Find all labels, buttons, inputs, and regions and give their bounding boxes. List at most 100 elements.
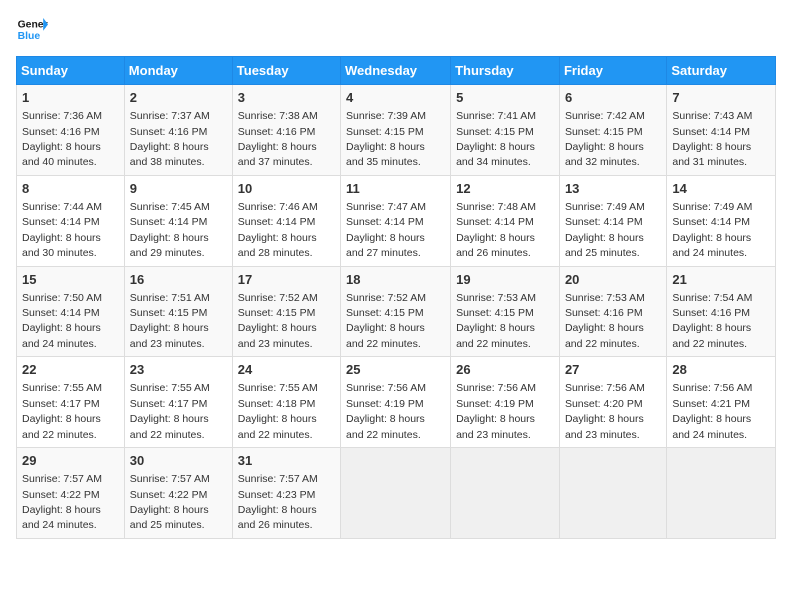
day-cell-10: 10Sunrise: 7:46 AMSunset: 4:14 PMDayligh…: [232, 175, 340, 266]
week-row-3: 15Sunrise: 7:50 AMSunset: 4:14 PMDayligh…: [17, 266, 776, 357]
day-cell-22: 22 Sunrise: 7:55 AMSunset: 4:17 PMDayligh…: [17, 357, 125, 448]
day-cell-6: 6Sunrise: 7:42 AMSunset: 4:15 PMDaylight…: [559, 85, 666, 176]
day-cell-3: 3 Sunrise: 7:38 AMSunset: 4:16 PMDaylight…: [232, 85, 340, 176]
day-info: Sunrise: 7:47 AMSunset: 4:14 PMDaylight:…: [346, 201, 426, 259]
column-header-thursday: Thursday: [451, 57, 560, 85]
day-number: 11: [346, 180, 445, 198]
week-row-2: 8Sunrise: 7:44 AMSunset: 4:14 PMDaylight…: [17, 175, 776, 266]
day-info: Sunrise: 7:44 AMSunset: 4:14 PMDaylight:…: [22, 201, 102, 259]
day-info: Sunrise: 7:52 AMSunset: 4:15 PMDaylight:…: [346, 292, 426, 350]
day-info: Sunrise: 7:55 AMSunset: 4:17 PMDaylight:…: [22, 382, 102, 440]
day-cell-19: 19 Sunrise: 7:53 AMSunset: 4:15 PMDayligh…: [451, 266, 560, 357]
day-number: 17: [238, 271, 335, 289]
day-cell-8: 8Sunrise: 7:44 AMSunset: 4:14 PMDaylight…: [17, 175, 125, 266]
day-cell-24: 24Sunrise: 7:55 AMSunset: 4:18 PMDayligh…: [232, 357, 340, 448]
day-info: Sunrise: 7:49 AMSunset: 4:14 PMDaylight:…: [672, 201, 752, 259]
day-number: 24: [238, 361, 335, 379]
day-number: 7: [672, 89, 770, 107]
empty-cell: [451, 448, 560, 539]
day-info: Sunrise: 7:53 AMSunset: 4:16 PMDaylight:…: [565, 292, 645, 350]
day-info: Sunrise: 7:56 AMSunset: 4:19 PMDaylight:…: [346, 382, 426, 440]
day-info: Sunrise: 7:57 AMSunset: 4:22 PMDaylight:…: [130, 473, 210, 531]
svg-text:Blue: Blue: [18, 31, 41, 42]
empty-cell: [667, 448, 776, 539]
week-row-5: 29 Sunrise: 7:57 AMSunset: 4:22 PMDayligh…: [17, 448, 776, 539]
day-info: Sunrise: 7:43 AMSunset: 4:14 PMDaylight:…: [672, 110, 752, 168]
day-cell-1: 1 Sunrise: 7:36 AMSunset: 4:16 PMDaylight…: [17, 85, 125, 176]
day-info: Sunrise: 7:46 AMSunset: 4:14 PMDaylight:…: [238, 201, 318, 259]
day-info: Sunrise: 7:57 AMSunset: 4:22 PMDaylight:…: [22, 473, 102, 531]
day-number: 29: [22, 452, 119, 470]
day-number: 13: [565, 180, 661, 198]
day-number: 1: [22, 89, 119, 107]
day-number: 26: [456, 361, 554, 379]
day-number: 30: [130, 452, 227, 470]
day-number: 16: [130, 271, 227, 289]
week-row-1: 1 Sunrise: 7:36 AMSunset: 4:16 PMDaylight…: [17, 85, 776, 176]
day-cell-20: 20 Sunrise: 7:53 AMSunset: 4:16 PMDayligh…: [559, 266, 666, 357]
day-info: Sunrise: 7:56 AMSunset: 4:19 PMDaylight:…: [456, 382, 536, 440]
day-info: Sunrise: 7:56 AMSunset: 4:21 PMDaylight:…: [672, 382, 752, 440]
day-number: 27: [565, 361, 661, 379]
day-info: Sunrise: 7:45 AMSunset: 4:14 PMDaylight:…: [130, 201, 210, 259]
day-info: Sunrise: 7:41 AMSunset: 4:15 PMDaylight:…: [456, 110, 536, 168]
day-cell-21: 21 Sunrise: 7:54 AMSunset: 4:16 PMDayligh…: [667, 266, 776, 357]
day-info: Sunrise: 7:38 AMSunset: 4:16 PMDaylight:…: [238, 110, 318, 168]
day-cell-9: 9Sunrise: 7:45 AMSunset: 4:14 PMDaylight…: [124, 175, 232, 266]
day-number: 28: [672, 361, 770, 379]
day-info: Sunrise: 7:39 AMSunset: 4:15 PMDaylight:…: [346, 110, 426, 168]
header-row: SundayMondayTuesdayWednesdayThursdayFrid…: [17, 57, 776, 85]
calendar-table: SundayMondayTuesdayWednesdayThursdayFrid…: [16, 56, 776, 539]
day-cell-14: 14 Sunrise: 7:49 AMSunset: 4:14 PMDayligh…: [667, 175, 776, 266]
day-cell-11: 11 Sunrise: 7:47 AMSunset: 4:14 PMDayligh…: [341, 175, 451, 266]
day-number: 20: [565, 271, 661, 289]
day-info: Sunrise: 7:37 AMSunset: 4:16 PMDaylight:…: [130, 110, 210, 168]
empty-cell: [559, 448, 666, 539]
column-header-sunday: Sunday: [17, 57, 125, 85]
day-number: 23: [130, 361, 227, 379]
day-cell-28: 28 Sunrise: 7:56 AMSunset: 4:21 PMDayligh…: [667, 357, 776, 448]
week-row-4: 22 Sunrise: 7:55 AMSunset: 4:17 PMDayligh…: [17, 357, 776, 448]
day-number: 15: [22, 271, 119, 289]
day-number: 18: [346, 271, 445, 289]
day-number: 12: [456, 180, 554, 198]
day-cell-26: 26 Sunrise: 7:56 AMSunset: 4:19 PMDayligh…: [451, 357, 560, 448]
day-cell-7: 7 Sunrise: 7:43 AMSunset: 4:14 PMDaylight…: [667, 85, 776, 176]
day-number: 14: [672, 180, 770, 198]
column-header-tuesday: Tuesday: [232, 57, 340, 85]
day-cell-16: 16Sunrise: 7:51 AMSunset: 4:15 PMDayligh…: [124, 266, 232, 357]
day-cell-30: 30 Sunrise: 7:57 AMSunset: 4:22 PMDayligh…: [124, 448, 232, 539]
day-info: Sunrise: 7:53 AMSunset: 4:15 PMDaylight:…: [456, 292, 536, 350]
column-header-friday: Friday: [559, 57, 666, 85]
day-info: Sunrise: 7:36 AMSunset: 4:16 PMDaylight:…: [22, 110, 102, 168]
column-header-monday: Monday: [124, 57, 232, 85]
day-cell-12: 12Sunrise: 7:48 AMSunset: 4:14 PMDayligh…: [451, 175, 560, 266]
day-info: Sunrise: 7:57 AMSunset: 4:23 PMDaylight:…: [238, 473, 318, 531]
day-cell-23: 23 Sunrise: 7:55 AMSunset: 4:17 PMDayligh…: [124, 357, 232, 448]
day-cell-13: 13 Sunrise: 7:49 AMSunset: 4:14 PMDayligh…: [559, 175, 666, 266]
day-cell-18: 18 Sunrise: 7:52 AMSunset: 4:15 PMDayligh…: [341, 266, 451, 357]
day-info: Sunrise: 7:55 AMSunset: 4:17 PMDaylight:…: [130, 382, 210, 440]
column-header-saturday: Saturday: [667, 57, 776, 85]
day-info: Sunrise: 7:54 AMSunset: 4:16 PMDaylight:…: [672, 292, 752, 350]
day-number: 5: [456, 89, 554, 107]
day-number: 3: [238, 89, 335, 107]
day-cell-27: 27 Sunrise: 7:56 AMSunset: 4:20 PMDayligh…: [559, 357, 666, 448]
day-cell-5: 5 Sunrise: 7:41 AMSunset: 4:15 PMDaylight…: [451, 85, 560, 176]
day-number: 4: [346, 89, 445, 107]
day-info: Sunrise: 7:42 AMSunset: 4:15 PMDaylight:…: [565, 110, 645, 168]
day-number: 19: [456, 271, 554, 289]
column-header-wednesday: Wednesday: [341, 57, 451, 85]
day-number: 22: [22, 361, 119, 379]
day-cell-4: 4 Sunrise: 7:39 AMSunset: 4:15 PMDaylight…: [341, 85, 451, 176]
day-info: Sunrise: 7:52 AMSunset: 4:15 PMDaylight:…: [238, 292, 318, 350]
day-cell-29: 29 Sunrise: 7:57 AMSunset: 4:22 PMDayligh…: [17, 448, 125, 539]
day-cell-17: 17 Sunrise: 7:52 AMSunset: 4:15 PMDayligh…: [232, 266, 340, 357]
day-number: 31: [238, 452, 335, 470]
empty-cell: [341, 448, 451, 539]
page-header: General Blue: [16, 16, 776, 44]
logo-icon: General Blue: [16, 16, 48, 44]
day-info: Sunrise: 7:56 AMSunset: 4:20 PMDaylight:…: [565, 382, 645, 440]
day-number: 21: [672, 271, 770, 289]
day-info: Sunrise: 7:49 AMSunset: 4:14 PMDaylight:…: [565, 201, 645, 259]
